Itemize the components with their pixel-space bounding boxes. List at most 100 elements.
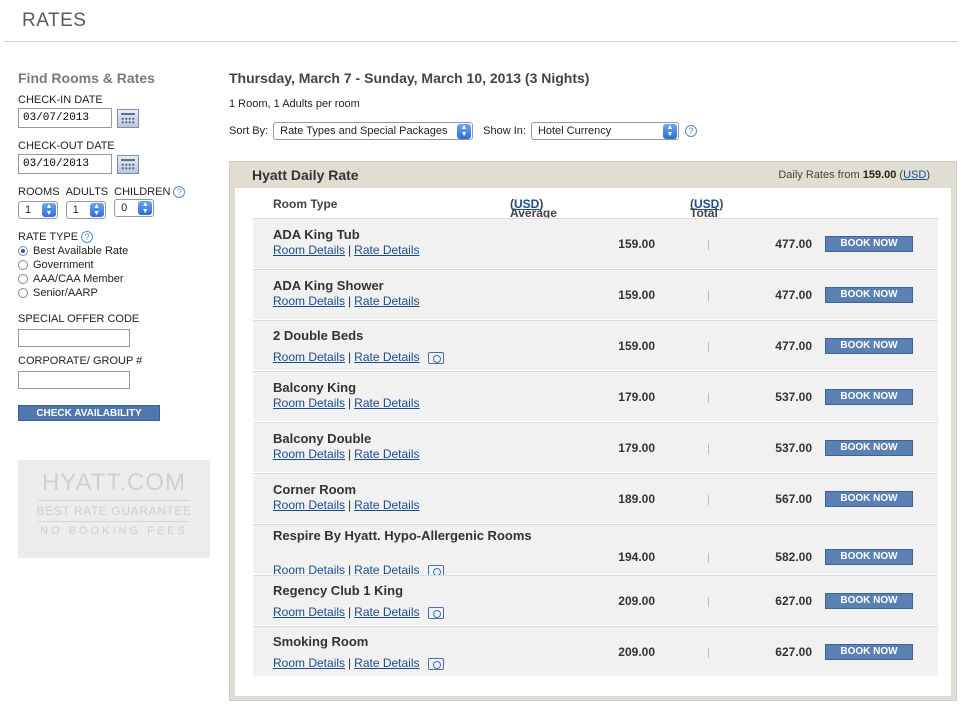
rate-details-link[interactable]: Rate Details bbox=[354, 350, 419, 364]
book-now-button[interactable]: BOOK NOW bbox=[825, 440, 913, 456]
total-per-room: 582.00 bbox=[775, 550, 812, 564]
book-now-button[interactable]: BOOK NOW bbox=[825, 644, 913, 660]
rate-option-aaa[interactable]: AAA/CAA Member bbox=[18, 273, 218, 285]
total-per-room: 477.00 bbox=[775, 288, 812, 302]
col-room-type: Room Type bbox=[273, 197, 338, 211]
total-per-room: 627.00 bbox=[775, 645, 812, 659]
rate-type-label: RATE TYPE? bbox=[18, 231, 218, 244]
best-rate-promo: HYATT.COM BEST RATE GUARANTEE NO BOOKING… bbox=[18, 460, 210, 558]
rate-option-label: AAA/CAA Member bbox=[33, 273, 124, 286]
column-divider bbox=[708, 444, 709, 454]
currency-select[interactable]: Hotel Currency ▲ ▼ bbox=[530, 122, 679, 140]
average-daily-rate: 209.00 bbox=[618, 645, 655, 659]
calendar-icon[interactable] bbox=[117, 154, 139, 174]
total-per-room: 477.00 bbox=[775, 339, 812, 353]
rate-option-senior[interactable]: Senior/AARP bbox=[18, 287, 218, 299]
room-links: Room Details | Rate Details bbox=[273, 396, 420, 410]
checkin-date-input[interactable] bbox=[18, 108, 112, 128]
column-divider bbox=[708, 291, 709, 301]
rate-details-link[interactable]: Rate Details bbox=[354, 294, 419, 308]
total-per-room: 627.00 bbox=[775, 594, 812, 608]
room-type-name: Balcony King bbox=[273, 380, 357, 395]
radio-icon[interactable] bbox=[18, 274, 28, 285]
rates-from-value: 159.00 bbox=[862, 169, 897, 181]
currency-value: Hotel Currency bbox=[537, 125, 612, 137]
book-now-button[interactable]: BOOK NOW bbox=[825, 236, 913, 252]
link-separator: | bbox=[348, 350, 352, 364]
rate-details-link[interactable]: Rate Details bbox=[354, 656, 419, 670]
room-details-link[interactable]: Room Details bbox=[273, 605, 345, 619]
room-links: Room Details | Rate Details bbox=[273, 243, 420, 257]
room-details-link[interactable]: Room Details bbox=[273, 396, 345, 410]
book-now-button[interactable]: BOOK NOW bbox=[825, 593, 913, 609]
room-rates-table: Room Type Average Daily Rate (USD) Total… bbox=[235, 188, 951, 696]
book-now-button[interactable]: BOOK NOW bbox=[825, 338, 913, 354]
book-now-button[interactable]: BOOK NOW bbox=[825, 389, 913, 405]
rate-type-label-text: RATE TYPE bbox=[18, 231, 79, 243]
column-divider bbox=[708, 495, 709, 505]
average-daily-rate: 194.00 bbox=[618, 550, 655, 564]
room-links: Room Details | Rate Details bbox=[273, 605, 444, 619]
room-type-name: Corner Room bbox=[273, 482, 357, 497]
book-now-button[interactable]: BOOK NOW bbox=[825, 287, 913, 303]
rate-option-best-available[interactable]: Best Available Rate bbox=[18, 245, 218, 257]
room-details-link[interactable]: Room Details bbox=[273, 350, 345, 364]
camera-icon[interactable] bbox=[427, 657, 444, 670]
rate-details-link[interactable]: Rate Details bbox=[354, 447, 419, 461]
rate-details-link[interactable]: Rate Details bbox=[354, 396, 419, 410]
checkin-label: CHECK-IN DATE bbox=[18, 94, 103, 106]
select-arrows-icon: ▲ ▼ bbox=[138, 201, 153, 216]
rate-details-link[interactable]: Rate Details bbox=[354, 498, 419, 512]
check-availability-button[interactable]: CHECK AVAILABILITY bbox=[18, 405, 160, 422]
room-type-name: ADA King Shower bbox=[273, 278, 384, 293]
rate-details-link[interactable]: Rate Details bbox=[354, 605, 419, 619]
table-row: ADA King Shower Room Details | Rate Details… bbox=[253, 269, 938, 319]
table-row: Smoking Room Room Details | Rate Details 209… bbox=[253, 626, 938, 676]
promo-brand: HYATT.COM bbox=[41, 469, 187, 496]
room-links: Room Details | Rate Details bbox=[273, 447, 420, 461]
camera-icon[interactable] bbox=[427, 606, 444, 619]
room-details-link[interactable]: Room Details bbox=[273, 447, 345, 461]
corporate-code-input[interactable] bbox=[18, 371, 130, 390]
checkout-label: CHECK-OUT DATE bbox=[18, 140, 115, 152]
results-header: Thursday, March 7 - Sunday, March 10, 20… bbox=[229, 70, 959, 140]
help-icon[interactable]: ? bbox=[81, 231, 94, 244]
link-separator: | bbox=[348, 498, 352, 512]
rooms-select[interactable]: 1 ▲ ▼ bbox=[18, 201, 58, 219]
rate-details-link[interactable]: Rate Details bbox=[354, 243, 419, 257]
column-divider bbox=[708, 597, 709, 607]
daily-rates-from: Daily Rates from 159.00 (USD) bbox=[778, 169, 930, 181]
rate-option-government[interactable]: Government bbox=[18, 259, 218, 271]
checkout-date-input[interactable] bbox=[18, 154, 112, 174]
room-details-link[interactable]: Room Details bbox=[273, 294, 345, 308]
adults-select[interactable]: 1 ▲ ▼ bbox=[65, 201, 106, 219]
offer-code-label: SPECIAL OFFER CODE bbox=[18, 313, 140, 326]
sort-select[interactable]: Rate Types and Special Packages ▲ ▼ bbox=[273, 122, 474, 140]
table-row: Regency Club 1 King Room Details | Rate Det… bbox=[253, 575, 938, 625]
children-select[interactable]: 0 ▲ ▼ bbox=[114, 199, 155, 218]
radio-icon[interactable] bbox=[18, 260, 28, 271]
currency-link[interactable]: USD bbox=[903, 169, 926, 181]
book-now-button[interactable]: BOOK NOW bbox=[825, 491, 913, 507]
average-daily-rate: 159.00 bbox=[618, 288, 655, 302]
radio-selected-icon[interactable] bbox=[18, 246, 28, 257]
column-divider bbox=[708, 393, 709, 403]
help-icon[interactable]: ? bbox=[173, 186, 186, 199]
offer-code-input[interactable] bbox=[18, 329, 130, 348]
column-divider bbox=[708, 553, 709, 563]
search-sidebar: Find Rooms & Rates CHECK-IN DATE CHECK-O… bbox=[18, 70, 218, 422]
link-separator: | bbox=[348, 396, 352, 410]
camera-icon[interactable] bbox=[427, 351, 444, 364]
rate-plan-header: Hyatt Daily Rate Daily Rates from 159.00… bbox=[230, 162, 956, 188]
room-details-link[interactable]: Room Details bbox=[273, 498, 345, 512]
calendar-icon[interactable] bbox=[117, 108, 139, 128]
room-details-link[interactable]: Room Details bbox=[273, 243, 345, 257]
table-row: Balcony King Room Details | Rate Details 179… bbox=[253, 371, 938, 421]
rate-option-label: Best Available Rate bbox=[33, 245, 129, 258]
table-row: ADA King Tub Room Details | Rate Details 159… bbox=[253, 218, 938, 268]
radio-icon[interactable] bbox=[18, 288, 28, 299]
help-icon[interactable]: ? bbox=[684, 125, 697, 137]
book-now-button[interactable]: BOOK NOW bbox=[825, 549, 913, 565]
room-details-link[interactable]: Room Details bbox=[273, 656, 345, 670]
link-separator: | bbox=[348, 243, 352, 257]
